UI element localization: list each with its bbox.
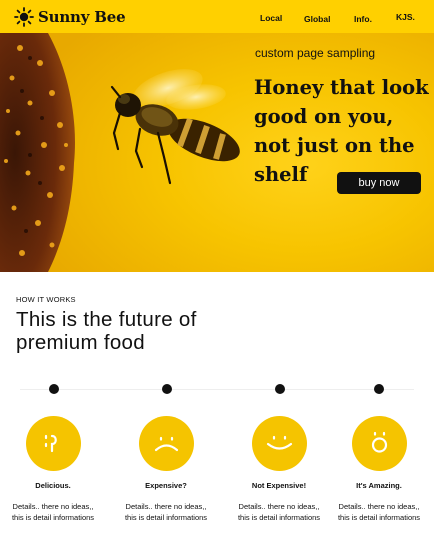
buy-now-button[interactable]: buy now [337, 172, 421, 194]
feature-icon-circle [139, 416, 194, 471]
hero-banner: custom page sampling Honey that look goo… [0, 33, 434, 272]
sun-icon [14, 7, 34, 27]
feature-description: Details.. there no ideas,, this is detai… [0, 502, 112, 523]
feature-desc-line: Details.. there no ideas,, [338, 502, 420, 511]
feature-icon-circle [352, 416, 407, 471]
nav-global[interactable]: Global [304, 14, 330, 24]
nav-kjs[interactable]: KJS. [396, 12, 415, 22]
surprised-face-icon [371, 431, 388, 453]
frown-face-icon [154, 436, 179, 452]
feature-desc-line: this is detail informations [124, 512, 208, 522]
nav-local[interactable]: Local [260, 13, 282, 23]
timeline-line [20, 389, 414, 390]
nav-info[interactable]: Info. [354, 14, 372, 24]
timeline-dot [275, 384, 285, 394]
logo[interactable]: Sunny Bee [14, 7, 126, 27]
bee-illustration [110, 69, 240, 185]
feature-desc-line: Details.. there no ideas,, [12, 502, 94, 511]
feature-icon-circle [252, 416, 307, 471]
feature-icon-circle [26, 416, 81, 471]
smile-face-icon [266, 435, 293, 450]
feature-description: Details.. there no ideas,, this is detai… [320, 502, 434, 523]
feature-desc-line: this is detail informations [337, 512, 421, 522]
feature-title: Expensive? [145, 481, 187, 490]
timeline-dot [162, 384, 172, 394]
feature-title: Delicious. [35, 481, 71, 490]
tongue-out-face-icon [44, 434, 57, 453]
feature-description: Details.. there no ideas,, this is detai… [107, 502, 225, 523]
feature-title: It's Amazing. [356, 481, 402, 490]
hero-tagline: custom page sampling [255, 46, 376, 60]
section-title: This is the future of premium food [16, 308, 197, 354]
timeline-dot [374, 384, 384, 394]
logo-text: Sunny Bee [38, 8, 126, 26]
feature-desc-line: Details.. there no ideas,, [125, 502, 207, 511]
timeline-dot [49, 384, 59, 394]
section-label: HOW IT WORKS [16, 295, 76, 304]
site-header: Sunny Bee Local Global Info. KJS. [0, 0, 434, 33]
feature-desc-line: this is detail informations [11, 512, 95, 522]
